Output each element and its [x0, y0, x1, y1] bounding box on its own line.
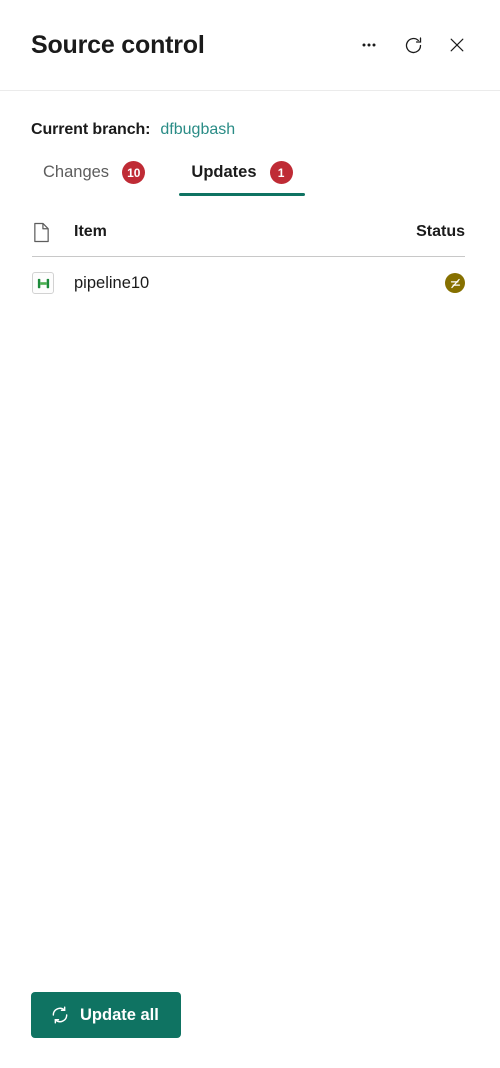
page-title: Source control — [31, 30, 205, 59]
panel-footer: Update all — [0, 992, 500, 1068]
sync-icon — [50, 1005, 70, 1025]
current-branch-row: Current branch: dfbugbash — [0, 91, 500, 139]
not-synced-icon[interactable] — [445, 273, 465, 293]
current-branch-label: Current branch: — [31, 121, 151, 138]
pipeline-icon — [32, 272, 54, 294]
update-all-button[interactable]: Update all — [31, 992, 181, 1038]
table-body: pipeline10 — [32, 257, 465, 992]
tab-updates[interactable]: Updates 1 — [179, 155, 305, 196]
tab-bar: Changes 10 Updates 1 — [0, 139, 500, 196]
row-status-cell — [405, 273, 465, 293]
close-icon[interactable] — [440, 28, 474, 62]
update-all-label: Update all — [80, 1005, 159, 1024]
updates-table: Item Status pipeline10 — [0, 196, 500, 992]
table-header-row: Item Status — [32, 196, 465, 257]
tab-changes[interactable]: Changes 10 — [31, 155, 157, 196]
file-icon — [32, 221, 74, 244]
header-actions — [352, 28, 474, 62]
tab-updates-underline — [179, 193, 305, 196]
panel-header: Source control — [0, 0, 500, 91]
tab-changes-underline — [31, 193, 157, 196]
refresh-icon[interactable] — [396, 28, 430, 62]
source-control-panel: Source control Current branch: dfbugbash… — [0, 0, 500, 1068]
column-header-item[interactable]: Item — [74, 223, 416, 241]
table-row[interactable]: pipeline10 — [32, 257, 465, 309]
current-branch-name[interactable]: dfbugbash — [160, 121, 235, 139]
tab-updates-label: Updates — [191, 163, 257, 181]
tab-updates-badge: 1 — [269, 161, 293, 184]
row-icon-wrapper — [32, 272, 74, 294]
tab-changes-label: Changes — [43, 163, 110, 181]
column-header-status[interactable]: Status — [416, 223, 465, 241]
ellipsis-icon[interactable] — [352, 28, 386, 62]
tab-changes-badge: 10 — [122, 161, 146, 184]
row-item-name: pipeline10 — [74, 273, 150, 292]
